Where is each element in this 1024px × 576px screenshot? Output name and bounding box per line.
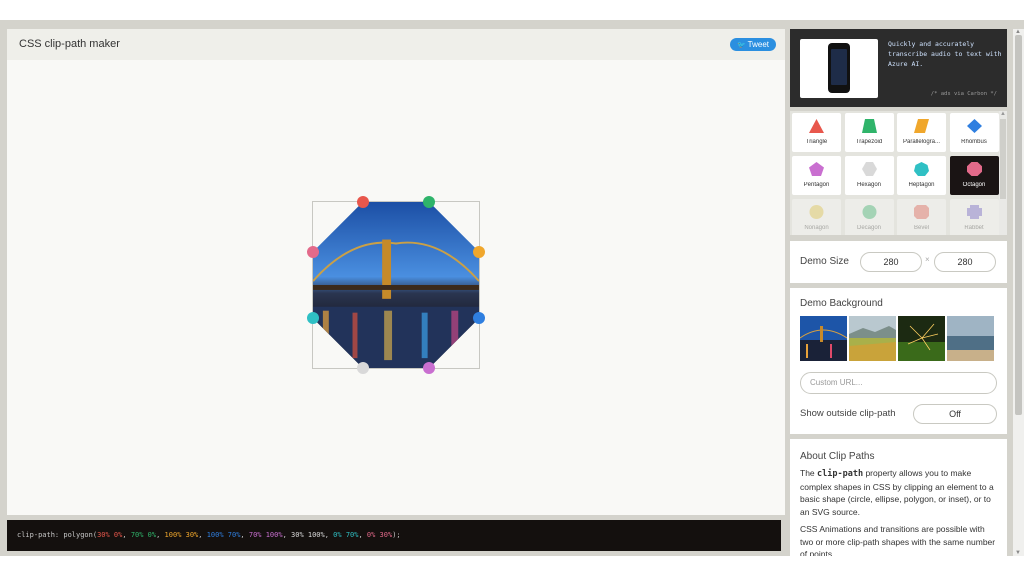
shape-label: Rhombus [961, 139, 987, 145]
field-image[interactable] [849, 316, 896, 361]
shape-tile-bevel[interactable]: Bevel [897, 199, 946, 235]
clip-point-handle[interactable] [473, 245, 485, 258]
shape-label: Rabbet [964, 225, 984, 231]
shape-tile-rhombus[interactable]: Rhombus [949, 113, 999, 152]
nonagon-icon [809, 205, 824, 219]
code-prefix: clip-path: polygon( [17, 531, 98, 539]
shape-label: Hexagon [856, 182, 882, 188]
heptagon-icon [914, 162, 929, 176]
ad-via-link[interactable]: /* ads via Carbon */ [931, 91, 997, 97]
shape-tile-parallelogra[interactable]: Parallelogra... [897, 113, 946, 152]
scroll-up-icon[interactable]: ▲ [1000, 111, 1006, 117]
sparkler-image[interactable] [898, 316, 945, 361]
code-point: 100% 70% [206, 531, 241, 539]
shape-label: Pentagon [803, 182, 830, 188]
page-scrollbar[interactable]: ▲ ▼ [1013, 29, 1024, 556]
code-point: 100% 30% [164, 531, 199, 539]
shape-picker: Triangle Trapezoid Parallelogra... Rhombus P… [790, 111, 1000, 235]
page-scroll-thumb[interactable] [1015, 35, 1022, 415]
shape-tile-nonagon[interactable]: Nonagon [792, 199, 841, 235]
clip-point-handle[interactable] [423, 362, 436, 374]
shape-label: Octagon [962, 182, 986, 188]
about-title: About Clip Paths [800, 451, 875, 462]
shape-tile-trapezoid[interactable]: Trapezoid [844, 113, 894, 152]
code-point: 0% 70% [333, 531, 359, 539]
twitter-bird-icon: 🐦 [736, 42, 746, 49]
shape-tile-triangle[interactable]: Triangle [792, 113, 841, 152]
about-paragraph-2: CSS Animations and transitions are possi… [800, 524, 996, 556]
about-text: The clip-path property allows you to mak… [800, 467, 1000, 556]
app-frame: CSS clip-path maker 🐦 Tweet clip-path: p… [0, 20, 1024, 556]
clipped-demo-image [313, 202, 479, 368]
shape-label: Parallelogra... [902, 139, 941, 145]
code-point: 70% 0% [130, 531, 157, 539]
shape-tile-hexagon[interactable]: Hexagon [844, 156, 894, 195]
code-output[interactable]: clip-path: polygon(30% 0%, 70% 0%, 100% … [7, 520, 781, 551]
demo-size-panel: Demo Size 280 × 280 [790, 241, 1007, 283]
times-icon: × [925, 255, 930, 264]
shape-label: Heptagon [908, 182, 935, 188]
sidebar: Quickly and accurately transcribe audio … [790, 29, 1007, 556]
show-outside-toggle[interactable]: Off [913, 404, 997, 424]
decagon-icon [862, 205, 876, 219]
pentagon-icon [809, 162, 824, 176]
clip-stage [307, 196, 485, 374]
code-point: 0% 30% [366, 531, 393, 539]
shape-tile-pentagon[interactable]: Pentagon [792, 156, 841, 195]
carbon-ad[interactable]: Quickly and accurately transcribe audio … [790, 29, 1007, 107]
show-outside-label: Show outside clip-path [800, 408, 896, 419]
clip-point-handle[interactable] [356, 196, 369, 208]
shape-label: Nonagon [804, 225, 829, 231]
trapezoid-icon [861, 119, 877, 133]
shape-tile-heptagon[interactable]: Heptagon [897, 156, 946, 195]
rabbet-icon [966, 205, 982, 219]
ad-image [800, 39, 878, 98]
about-paragraph-1: The clip-path property allows you to mak… [800, 468, 994, 517]
demo-background-panel: Demo Background Custom URL... Show outsi… [790, 288, 1007, 434]
custom-url-input[interactable]: Custom URL... [800, 372, 997, 394]
page-title: CSS clip-path maker [19, 38, 120, 50]
phone-icon [828, 43, 850, 93]
tweet-button[interactable]: 🐦 Tweet [729, 38, 776, 51]
shape-label: Bevel [913, 225, 929, 231]
top-bar: CSS clip-path maker 🐦 Tweet [7, 29, 785, 60]
shape-label: Decagon [856, 225, 882, 231]
shape-tile-rabbet[interactable]: Rabbet [949, 199, 999, 235]
code-point: 30% 0% [97, 531, 123, 539]
demo-background-label: Demo Background [800, 298, 883, 309]
tweet-label: Tweet [747, 40, 769, 49]
editor-panel: CSS clip-path maker 🐦 Tweet [7, 29, 785, 515]
shape-picker-scrollbar[interactable]: ▲ [999, 111, 1007, 235]
rhombus-icon [966, 119, 982, 133]
shape-label: Triangle [805, 139, 828, 145]
scroll-thumb[interactable] [1000, 119, 1006, 199]
shape-label: Trapezoid [855, 139, 883, 145]
clip-point-handle[interactable] [356, 362, 369, 374]
hexagon-icon [861, 162, 877, 176]
demo-width-input[interactable]: 280 [860, 252, 922, 272]
parallelogram-icon [914, 119, 929, 133]
ad-text[interactable]: Quickly and accurately transcribe audio … [888, 39, 1002, 69]
octagon-icon [966, 162, 982, 176]
bridge-image[interactable] [800, 316, 847, 361]
demo-size-label: Demo Size [800, 256, 849, 267]
code-suffix: ); [392, 531, 401, 539]
page-scroll-down-icon[interactable]: ▼ [1015, 550, 1021, 556]
coast-image[interactable] [947, 316, 994, 361]
bevel-icon [914, 205, 929, 219]
demo-height-input[interactable]: 280 [934, 252, 996, 272]
clip-point-handle[interactable] [473, 312, 485, 325]
code-point: 70% 100% [248, 531, 283, 539]
triangle-icon [809, 119, 824, 133]
shape-tile-octagon[interactable]: Octagon [949, 156, 999, 195]
clip-point-handle[interactable] [307, 245, 319, 258]
shape-tile-decagon[interactable]: Decagon [844, 199, 894, 235]
about-panel: About Clip Paths The clip-path property … [790, 439, 1007, 556]
code-point: 30% 100% [291, 531, 325, 539]
